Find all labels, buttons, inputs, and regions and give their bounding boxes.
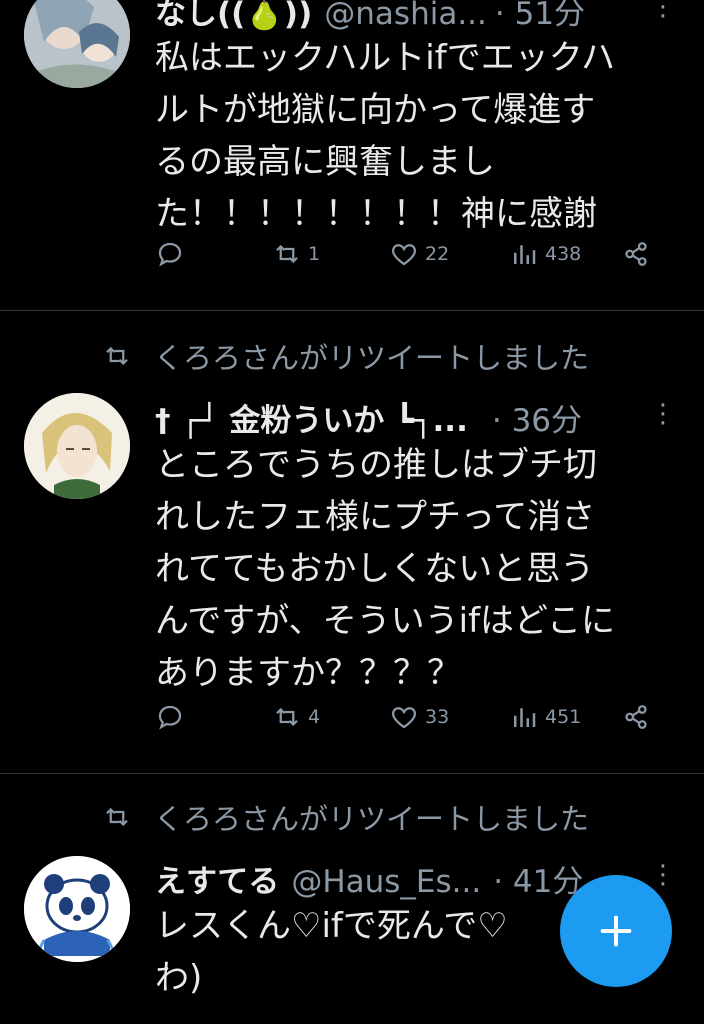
- avatar-image: [24, 0, 130, 88]
- tweet-header: なし((🍐)) @nashia... · 51分: [155, 0, 680, 33]
- compose-button[interactable]: [560, 875, 672, 987]
- avatar-image: [24, 393, 130, 499]
- display-name[interactable]: えすてる: [155, 856, 279, 901]
- retweet-context[interactable]: くろろさんがリツイートしました: [102, 796, 589, 838]
- share-icon: [625, 242, 647, 266]
- views-icon: [514, 245, 536, 264]
- avatar[interactable]: [24, 0, 130, 88]
- timestamp[interactable]: · 51分: [495, 0, 585, 33]
- retweet-count: 1: [308, 243, 321, 265]
- heart-icon: [391, 707, 417, 729]
- avatar[interactable]: [24, 393, 130, 499]
- reply-button[interactable]: [155, 239, 191, 269]
- share-button[interactable]: [621, 239, 651, 269]
- retweet-button[interactable]: 4: [272, 702, 320, 732]
- like-button[interactable]: 33: [389, 702, 449, 732]
- timestamp[interactable]: · 36分: [492, 395, 582, 440]
- handle[interactable]: @Haus_Es...: [291, 864, 481, 900]
- retweet-icon: [276, 707, 298, 727]
- more-icon[interactable]: ⋮: [650, 862, 676, 888]
- retweet-count: 4: [308, 706, 321, 728]
- retweet-context[interactable]: くろろさんがリツイートしました: [102, 335, 589, 377]
- like-count: 33: [425, 706, 450, 728]
- avatar[interactable]: [24, 856, 130, 962]
- like-count: 22: [425, 243, 450, 265]
- retweet-icon: [106, 346, 128, 366]
- retweeted-by-label: くろろさんがリツイートしました: [154, 341, 590, 375]
- tweet-header: † ┌┘ 金粉ういか ┗┐... · 36分: [155, 395, 680, 440]
- timestamp[interactable]: · 41分: [493, 856, 583, 901]
- retweeted-by-label: くろろさんがリツイートしました: [154, 802, 590, 836]
- reply-button[interactable]: [155, 702, 191, 732]
- retweet-icon: [276, 244, 298, 264]
- share-button[interactable]: [621, 702, 651, 732]
- like-button[interactable]: 22: [389, 239, 449, 269]
- tweet-2[interactable]: くろろさんがリツイートしました † ┌┘ 金粉ういか ┗┐... · 36分 ⋮…: [0, 311, 704, 773]
- retweet-button[interactable]: 1: [272, 239, 320, 269]
- reply-icon: [158, 242, 182, 267]
- handle[interactable]: @nashia...: [324, 0, 487, 32]
- tweet-text: ところでうちの推しはブチ切 れしたフェ様にプチって消さ れててもおかしくないと思…: [155, 445, 616, 693]
- view-count: 451: [545, 706, 582, 728]
- heart-icon: [391, 244, 417, 266]
- tweet-1[interactable]: なし((🍐)) @nashia... · 51分 ⋮ 私はエックハルトifでエッ…: [0, 0, 704, 310]
- view-count: 438: [545, 243, 582, 265]
- avatar-image: [24, 856, 130, 962]
- plus-icon: [600, 915, 632, 947]
- more-icon[interactable]: ⋮: [650, 401, 676, 427]
- views-button[interactable]: 451: [509, 702, 581, 732]
- display-name[interactable]: なし((🍐)): [155, 0, 312, 33]
- tweet-text: 私はエックハルトifでエックハ ルトが地獄に向かって爆進す るの最高に興奮しまし…: [155, 38, 616, 234]
- display-name[interactable]: † ┌┘ 金粉ういか ┗┐...: [155, 395, 468, 440]
- reply-icon: [158, 705, 182, 730]
- share-icon: [625, 705, 647, 729]
- retweet-icon: [106, 807, 128, 827]
- views-button[interactable]: 438: [509, 239, 581, 269]
- more-icon[interactable]: ⋮: [650, 0, 676, 20]
- views-icon: [514, 708, 536, 727]
